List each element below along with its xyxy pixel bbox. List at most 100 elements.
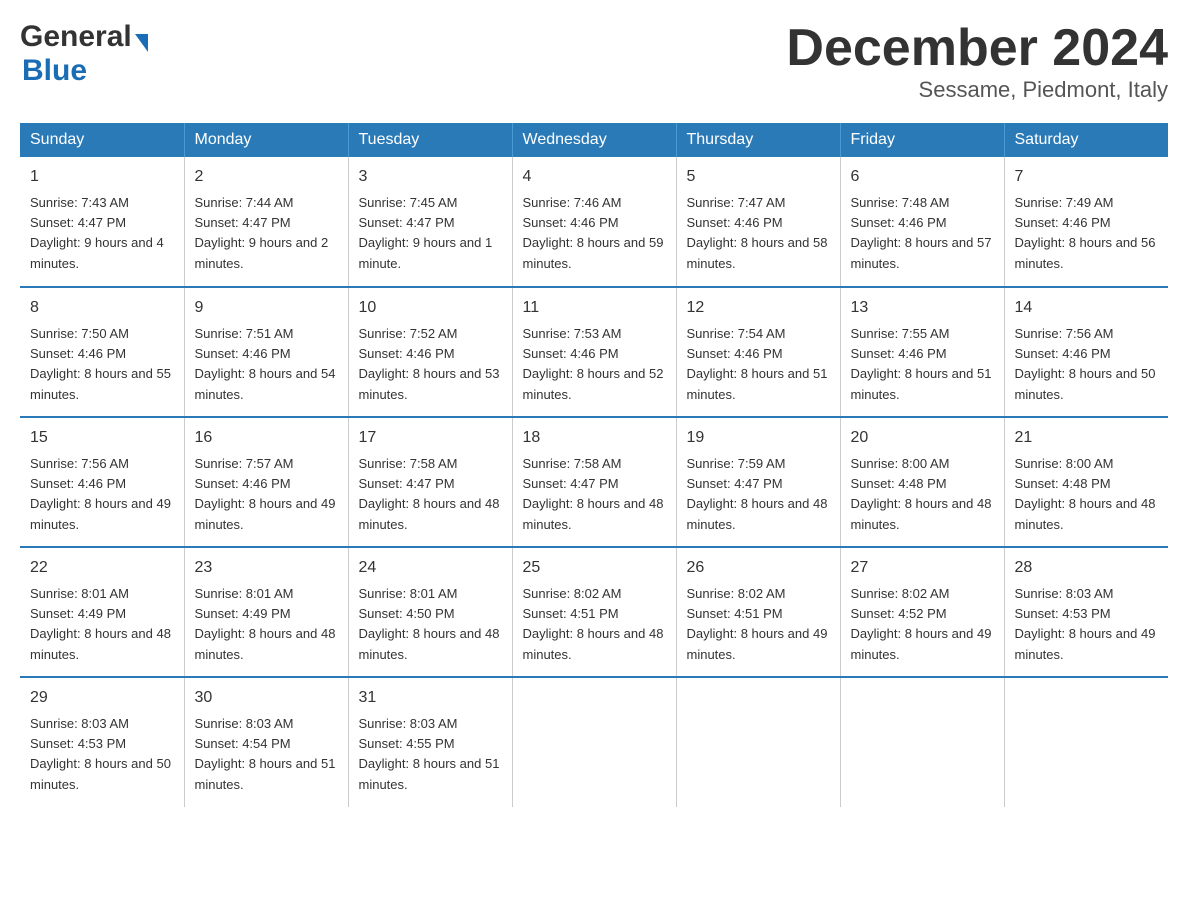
day-number: 23: [195, 556, 338, 580]
day-number: 29: [30, 686, 174, 710]
calendar-table: Sunday Monday Tuesday Wednesday Thursday…: [20, 123, 1168, 807]
day-info: Sunrise: 7:43 AMSunset: 4:47 PMDaylight:…: [30, 193, 174, 274]
day-number: 12: [687, 296, 830, 320]
calendar-cell: 13 Sunrise: 7:55 AMSunset: 4:46 PMDayligh…: [840, 287, 1004, 417]
day-info: Sunrise: 7:59 AMSunset: 4:47 PMDaylight:…: [687, 454, 830, 535]
day-number: 5: [687, 165, 830, 189]
day-info: Sunrise: 7:58 AMSunset: 4:47 PMDaylight:…: [523, 454, 666, 535]
calendar-cell: 26 Sunrise: 8:02 AMSunset: 4:51 PMDayligh…: [676, 547, 840, 677]
day-number: 1: [30, 165, 174, 189]
day-info: Sunrise: 8:02 AMSunset: 4:51 PMDaylight:…: [523, 584, 666, 665]
calendar-cell: 11Sunrise: 7:53 AMSunset: 4:46 PMDayligh…: [512, 287, 676, 417]
calendar-cell: 6Sunrise: 7:48 AMSunset: 4:46 PMDaylight…: [840, 157, 1004, 287]
header-monday: Monday: [184, 123, 348, 157]
calendar-cell: 17 Sunrise: 7:58 AMSunset: 4:47 PMDayligh…: [348, 417, 512, 547]
day-info: Sunrise: 7:52 AMSunset: 4:46 PMDaylight:…: [359, 324, 502, 405]
calendar-week-row: 29 Sunrise: 8:03 AMSunset: 4:53 PMDayligh…: [20, 677, 1168, 807]
day-info: Sunrise: 7:58 AMSunset: 4:47 PMDaylight:…: [359, 454, 502, 535]
calendar-cell: [676, 677, 840, 807]
day-info: Sunrise: 8:00 AMSunset: 4:48 PMDaylight:…: [1015, 454, 1159, 535]
day-number: 10: [359, 296, 502, 320]
day-info: Sunrise: 8:01 AMSunset: 4:49 PMDaylight:…: [30, 584, 174, 665]
day-number: 2: [195, 165, 338, 189]
calendar-cell: 4 Sunrise: 7:46 AMSunset: 4:46 PMDaylight…: [512, 157, 676, 287]
day-number: 30: [195, 686, 338, 710]
calendar-cell: 9 Sunrise: 7:51 AMSunset: 4:46 PMDaylight…: [184, 287, 348, 417]
day-number: 6: [851, 165, 994, 189]
calendar-cell: 19 Sunrise: 7:59 AMSunset: 4:47 PMDayligh…: [676, 417, 840, 547]
day-number: 4: [523, 165, 666, 189]
day-info: Sunrise: 7:55 AMSunset: 4:46 PMDaylight:…: [851, 324, 994, 405]
day-number: 26: [687, 556, 830, 580]
calendar-cell: 27Sunrise: 8:02 AMSunset: 4:52 PMDayligh…: [840, 547, 1004, 677]
calendar-cell: 22Sunrise: 8:01 AMSunset: 4:49 PMDayligh…: [20, 547, 184, 677]
calendar-cell: 3 Sunrise: 7:45 AMSunset: 4:47 PMDaylight…: [348, 157, 512, 287]
calendar-cell: 2 Sunrise: 7:44 AMSunset: 4:47 PMDaylight…: [184, 157, 348, 287]
calendar-cell: 24 Sunrise: 8:01 AMSunset: 4:50 PMDayligh…: [348, 547, 512, 677]
calendar-cell: 10 Sunrise: 7:52 AMSunset: 4:46 PMDayligh…: [348, 287, 512, 417]
header-tuesday: Tuesday: [348, 123, 512, 157]
header-friday: Friday: [840, 123, 1004, 157]
day-number: 8: [30, 296, 174, 320]
day-number: 9: [195, 296, 338, 320]
calendar-cell: 5 Sunrise: 7:47 AMSunset: 4:46 PMDaylight…: [676, 157, 840, 287]
day-number: 16: [195, 426, 338, 450]
day-number: 25: [523, 556, 666, 580]
calendar-cell: 21 Sunrise: 8:00 AMSunset: 4:48 PMDayligh…: [1004, 417, 1168, 547]
day-info: Sunrise: 7:46 AMSunset: 4:46 PMDaylight:…: [523, 193, 666, 274]
day-number: 17: [359, 426, 502, 450]
calendar-cell: 31 Sunrise: 8:03 AMSunset: 4:55 PMDayligh…: [348, 677, 512, 807]
day-info: Sunrise: 8:00 AMSunset: 4:48 PMDaylight:…: [851, 454, 994, 535]
day-number: 20: [851, 426, 994, 450]
day-number: 3: [359, 165, 502, 189]
calendar-cell: 23 Sunrise: 8:01 AMSunset: 4:49 PMDayligh…: [184, 547, 348, 677]
calendar-cell: 20 Sunrise: 8:00 AMSunset: 4:48 PMDayligh…: [840, 417, 1004, 547]
day-info: Sunrise: 7:56 AMSunset: 4:46 PMDaylight:…: [1015, 324, 1159, 405]
title-block: December 2024 Sessame, Piedmont, Italy: [786, 20, 1168, 103]
logo-triangle-icon: [135, 34, 148, 52]
day-number: 31: [359, 686, 502, 710]
calendar-week-row: 8Sunrise: 7:50 AMSunset: 4:46 PMDaylight…: [20, 287, 1168, 417]
day-info: Sunrise: 8:03 AMSunset: 4:53 PMDaylight:…: [30, 714, 174, 795]
calendar-cell: 8Sunrise: 7:50 AMSunset: 4:46 PMDaylight…: [20, 287, 184, 417]
calendar-cell: 16 Sunrise: 7:57 AMSunset: 4:46 PMDayligh…: [184, 417, 348, 547]
logo-blue-text: Blue: [22, 54, 87, 87]
day-info: Sunrise: 7:51 AMSunset: 4:46 PMDaylight:…: [195, 324, 338, 405]
day-number: 19: [687, 426, 830, 450]
day-info: Sunrise: 8:03 AMSunset: 4:55 PMDaylight:…: [359, 714, 502, 795]
day-info: Sunrise: 7:47 AMSunset: 4:46 PMDaylight:…: [687, 193, 830, 274]
calendar-cell: 28Sunrise: 8:03 AMSunset: 4:53 PMDayligh…: [1004, 547, 1168, 677]
day-info: Sunrise: 7:57 AMSunset: 4:46 PMDaylight:…: [195, 454, 338, 535]
calendar-cell: [840, 677, 1004, 807]
calendar-cell: 12 Sunrise: 7:54 AMSunset: 4:46 PMDayligh…: [676, 287, 840, 417]
calendar-cell: [1004, 677, 1168, 807]
calendar-cell: 14Sunrise: 7:56 AMSunset: 4:46 PMDayligh…: [1004, 287, 1168, 417]
day-info: Sunrise: 7:54 AMSunset: 4:46 PMDaylight:…: [687, 324, 830, 405]
calendar-week-row: 1 Sunrise: 7:43 AMSunset: 4:47 PMDaylight…: [20, 157, 1168, 287]
day-number: 13: [851, 296, 994, 320]
page-header: General Blue December 2024 Sessame, Pied…: [20, 20, 1168, 103]
day-info: Sunrise: 8:01 AMSunset: 4:49 PMDaylight:…: [195, 584, 338, 665]
calendar-cell: 15Sunrise: 7:56 AMSunset: 4:46 PMDayligh…: [20, 417, 184, 547]
day-info: Sunrise: 8:02 AMSunset: 4:51 PMDaylight:…: [687, 584, 830, 665]
calendar-week-row: 15Sunrise: 7:56 AMSunset: 4:46 PMDayligh…: [20, 417, 1168, 547]
calendar-cell: [512, 677, 676, 807]
day-info: Sunrise: 7:49 AMSunset: 4:46 PMDaylight:…: [1015, 193, 1159, 274]
day-number: 15: [30, 426, 174, 450]
calendar-cell: 25 Sunrise: 8:02 AMSunset: 4:51 PMDayligh…: [512, 547, 676, 677]
day-number: 11: [523, 296, 666, 320]
day-number: 24: [359, 556, 502, 580]
day-info: Sunrise: 7:45 AMSunset: 4:47 PMDaylight:…: [359, 193, 502, 274]
day-number: 7: [1015, 165, 1159, 189]
calendar-cell: 7 Sunrise: 7:49 AMSunset: 4:46 PMDaylight…: [1004, 157, 1168, 287]
day-info: Sunrise: 8:02 AMSunset: 4:52 PMDaylight:…: [851, 584, 994, 665]
header-wednesday: Wednesday: [512, 123, 676, 157]
day-info: Sunrise: 8:03 AMSunset: 4:53 PMDaylight:…: [1015, 584, 1159, 665]
calendar-cell: 29 Sunrise: 8:03 AMSunset: 4:53 PMDayligh…: [20, 677, 184, 807]
day-number: 18: [523, 426, 666, 450]
day-info: Sunrise: 8:01 AMSunset: 4:50 PMDaylight:…: [359, 584, 502, 665]
day-info: Sunrise: 7:44 AMSunset: 4:47 PMDaylight:…: [195, 193, 338, 274]
calendar-week-row: 22Sunrise: 8:01 AMSunset: 4:49 PMDayligh…: [20, 547, 1168, 677]
day-number: 21: [1015, 426, 1159, 450]
location-subtitle: Sessame, Piedmont, Italy: [786, 77, 1168, 103]
